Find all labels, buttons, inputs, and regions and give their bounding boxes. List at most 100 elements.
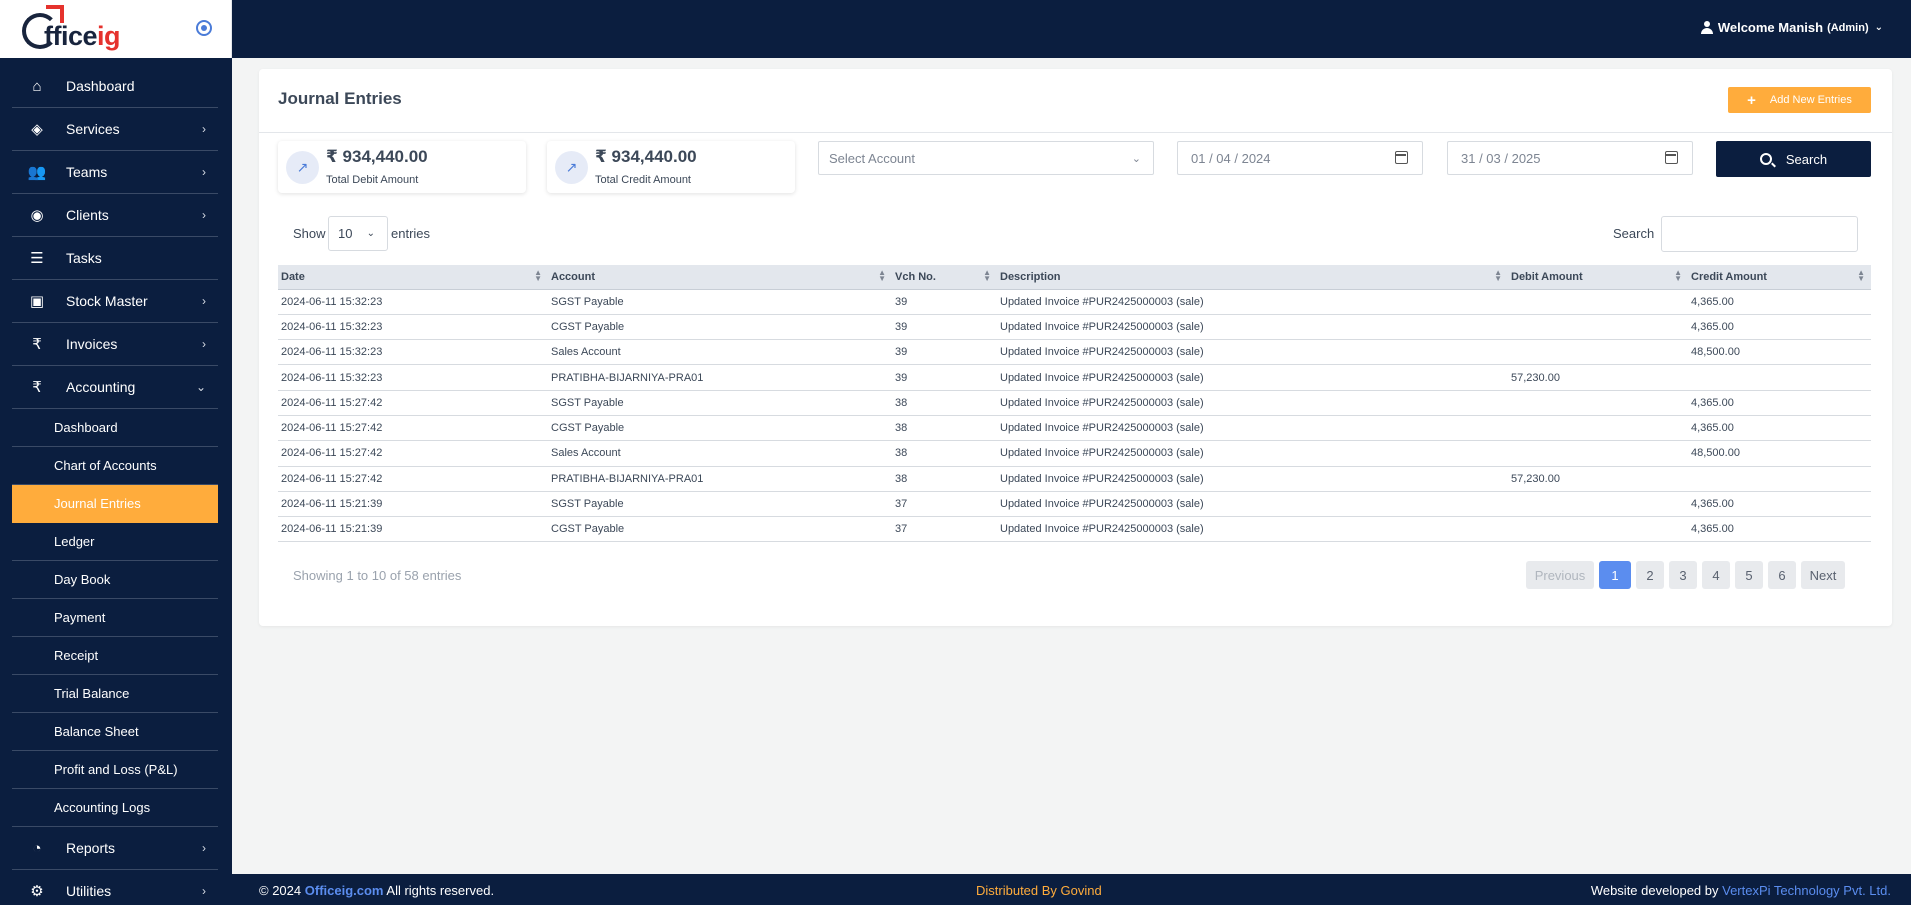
cell-vch-no[interactable]: 39 <box>892 314 997 341</box>
chevron-right-icon: › <box>202 208 206 222</box>
total-credit-value: ₹ 934,440.00 <box>595 147 697 166</box>
col-header-vch-no[interactable]: Vch No. ▲ ▼ <box>892 265 997 290</box>
sort-icon: ▲ ▼ <box>878 268 886 283</box>
pagination-page-4[interactable]: 4 <box>1702 561 1730 589</box>
sidebar-item-clients[interactable]: ◉ Clients › <box>12 194 218 237</box>
sidebar-subitem-journal-entries[interactable]: Journal Entries <box>12 485 218 523</box>
sidebar-subitem-receipt[interactable]: Receipt <box>12 637 218 675</box>
account-select[interactable]: Select Account ⌄ <box>818 141 1154 175</box>
cell-account[interactable]: CGST Payable <box>548 516 892 543</box>
pagination-page-6[interactable]: 6 <box>1768 561 1796 589</box>
cell-date: 2024-06-11 15:32:23 <box>278 339 548 366</box>
sidebar-subitem-chart-of-accounts[interactable]: Chart of Accounts <box>12 447 218 485</box>
cell-vch-no[interactable]: 39 <box>892 289 997 315</box>
pagination-info: Showing 1 to 10 of 58 entries <box>293 568 462 583</box>
table-row: 2024-06-11 15:32:23 SGST Payable 39 Updated… <box>278 289 1871 315</box>
col-header-description[interactable]: Description ▲ ▼ <box>997 265 1508 290</box>
sidebar-item-tasks[interactable]: ☰ Tasks <box>12 237 218 280</box>
pagination-page-2[interactable]: 2 <box>1636 561 1664 589</box>
logo-area: fficeig <box>0 0 232 58</box>
cell-account[interactable]: SGST Payable <box>548 491 892 518</box>
pagination-next[interactable]: Next <box>1801 561 1845 589</box>
pagination-previous[interactable]: Previous <box>1526 561 1594 589</box>
cell-account[interactable]: CGST Payable <box>548 415 892 442</box>
col-header-credit[interactable]: Credit Amount ▲ ▼ <box>1688 265 1871 290</box>
col-header-debit[interactable]: Debit Amount ▲ ▼ <box>1508 265 1688 290</box>
cell-debit <box>1508 415 1688 442</box>
cell-date: 2024-06-11 15:27:42 <box>278 390 548 416</box>
cell-vch-no[interactable]: 39 <box>892 364 997 391</box>
col-header-account[interactable]: Account ▲ ▼ <box>548 265 892 290</box>
cell-account[interactable]: Sales Account <box>548 440 892 467</box>
cell-vch-no[interactable]: 37 <box>892 491 997 518</box>
cell-description: Updated Invoice #PUR2425000003 (sale) <box>997 491 1508 518</box>
sidebar-toggle-icon[interactable] <box>196 20 212 36</box>
cell-date: 2024-06-11 15:27:42 <box>278 440 548 467</box>
sidebar-subitem-balance-sheet[interactable]: Balance Sheet <box>12 713 218 751</box>
sidebar-item-utilities[interactable]: ⚙ Utilities › <box>12 870 218 905</box>
sidebar-subitem-ledger[interactable]: Ledger <box>12 523 218 561</box>
cell-description: Updated Invoice #PUR2425000003 (sale) <box>997 289 1508 315</box>
sidebar-item-label: Teams <box>66 164 108 180</box>
cell-credit: 4,365.00 <box>1688 415 1871 442</box>
sidebar-subitem-accounting-logs[interactable]: Accounting Logs <box>12 789 218 827</box>
cell-vch-no[interactable]: 38 <box>892 440 997 467</box>
journal-table: Date ▲ ▼ Account ▲ ▼ Vch No. ▲ ▼ Description ▲ ▼… <box>278 265 1871 543</box>
add-new-entries-button[interactable]: + Add New Entries <box>1728 87 1871 113</box>
chevron-down-icon: ⌄ <box>1874 22 1883 33</box>
date-from-value: 01 / 04 / 2024 <box>1191 150 1271 166</box>
col-header-date[interactable]: Date ▲ ▼ <box>278 265 548 290</box>
cell-description: Updated Invoice #PUR2425000003 (sale) <box>997 415 1508 442</box>
sort-icon: ▲ ▼ <box>1674 268 1682 283</box>
cell-description: Updated Invoice #PUR2425000003 (sale) <box>997 516 1508 543</box>
officeig-logo[interactable]: fficeig <box>22 10 121 52</box>
top-bar: Welcome Manish (Admin) ⌄ <box>232 0 1911 58</box>
cell-debit <box>1508 314 1688 341</box>
table-row: 2024-06-11 15:32:23 Sales Account 39 Update… <box>278 339 1871 366</box>
search-button[interactable]: Search <box>1716 141 1871 177</box>
page-title: Journal Entries <box>278 89 402 108</box>
entries-length-select[interactable]: 10 ⌄ <box>328 216 388 251</box>
cell-vch-no[interactable]: 37 <box>892 516 997 543</box>
cell-account[interactable]: SGST Payable <box>548 289 892 315</box>
sidebar-item-teams[interactable]: 👥 Teams › <box>12 151 218 194</box>
user-menu[interactable]: Welcome Manish (Admin) ⌄ <box>1700 20 1883 35</box>
cell-description: Updated Invoice #PUR2425000003 (sale) <box>997 314 1508 341</box>
pagination-page-3[interactable]: 3 <box>1669 561 1697 589</box>
sidebar-item-accounting[interactable]: ₹ Accounting ⌄ <box>12 366 218 409</box>
cell-account[interactable]: Sales Account <box>548 339 892 366</box>
sidebar-item-stock-master[interactable]: ▣ Stock Master › <box>12 280 218 323</box>
calendar-icon[interactable] <box>1665 151 1678 164</box>
date-from-input[interactable]: 01 / 04 / 2024 <box>1177 141 1423 175</box>
sidebar-item-label: Stock Master <box>66 293 148 309</box>
sidebar-item-reports[interactable]: ◔ Reports › <box>12 827 218 870</box>
table-search-input[interactable] <box>1661 216 1858 252</box>
cell-account[interactable]: CGST Payable <box>548 314 892 341</box>
cell-account[interactable]: SGST Payable <box>548 390 892 416</box>
date-to-input[interactable]: 31 / 03 / 2025 <box>1447 141 1693 175</box>
cell-vch-no[interactable]: 38 <box>892 415 997 442</box>
home-icon: ⌂ <box>32 77 42 95</box>
total-debit-value: ₹ 934,440.00 <box>326 147 428 166</box>
pagination-page-5[interactable]: 5 <box>1735 561 1763 589</box>
sidebar-item-invoices[interactable]: ₹ Invoices › <box>12 323 218 366</box>
sidebar-item-dashboard[interactable]: ⌂ Dashboard <box>12 65 218 108</box>
calendar-icon[interactable] <box>1395 151 1408 164</box>
sidebar-item-label: Utilities <box>66 883 112 899</box>
pagination-page-1[interactable]: 1 <box>1599 561 1631 589</box>
pagination: Previous 1 2 3 4 5 6 Next <box>1526 561 1850 589</box>
cell-vch-no[interactable]: 38 <box>892 466 997 492</box>
rupee-icon: ₹ <box>32 379 42 396</box>
sidebar-item-services[interactable]: ◈ Services › <box>12 108 218 151</box>
user-icon <box>1700 21 1713 34</box>
cell-vch-no[interactable]: 39 <box>892 339 997 366</box>
sidebar-subitem-trial-balance[interactable]: Trial Balance <box>12 675 218 713</box>
sidebar-subitem-day-book[interactable]: Day Book <box>12 561 218 599</box>
cell-vch-no[interactable]: 38 <box>892 390 997 416</box>
user-role: (Admin) <box>1827 21 1869 34</box>
sidebar-subitem-profit-and-loss[interactable]: Profit and Loss (P&L) <box>12 751 218 789</box>
sidebar-subitem-payment[interactable]: Payment <box>12 599 218 637</box>
footer-site-link[interactable]: Officeig.com <box>305 883 384 898</box>
footer-developer-link[interactable]: VertexPi Technology Pvt. Ltd. <box>1722 883 1891 898</box>
sidebar-subitem-dashboard[interactable]: Dashboard <box>12 409 218 447</box>
